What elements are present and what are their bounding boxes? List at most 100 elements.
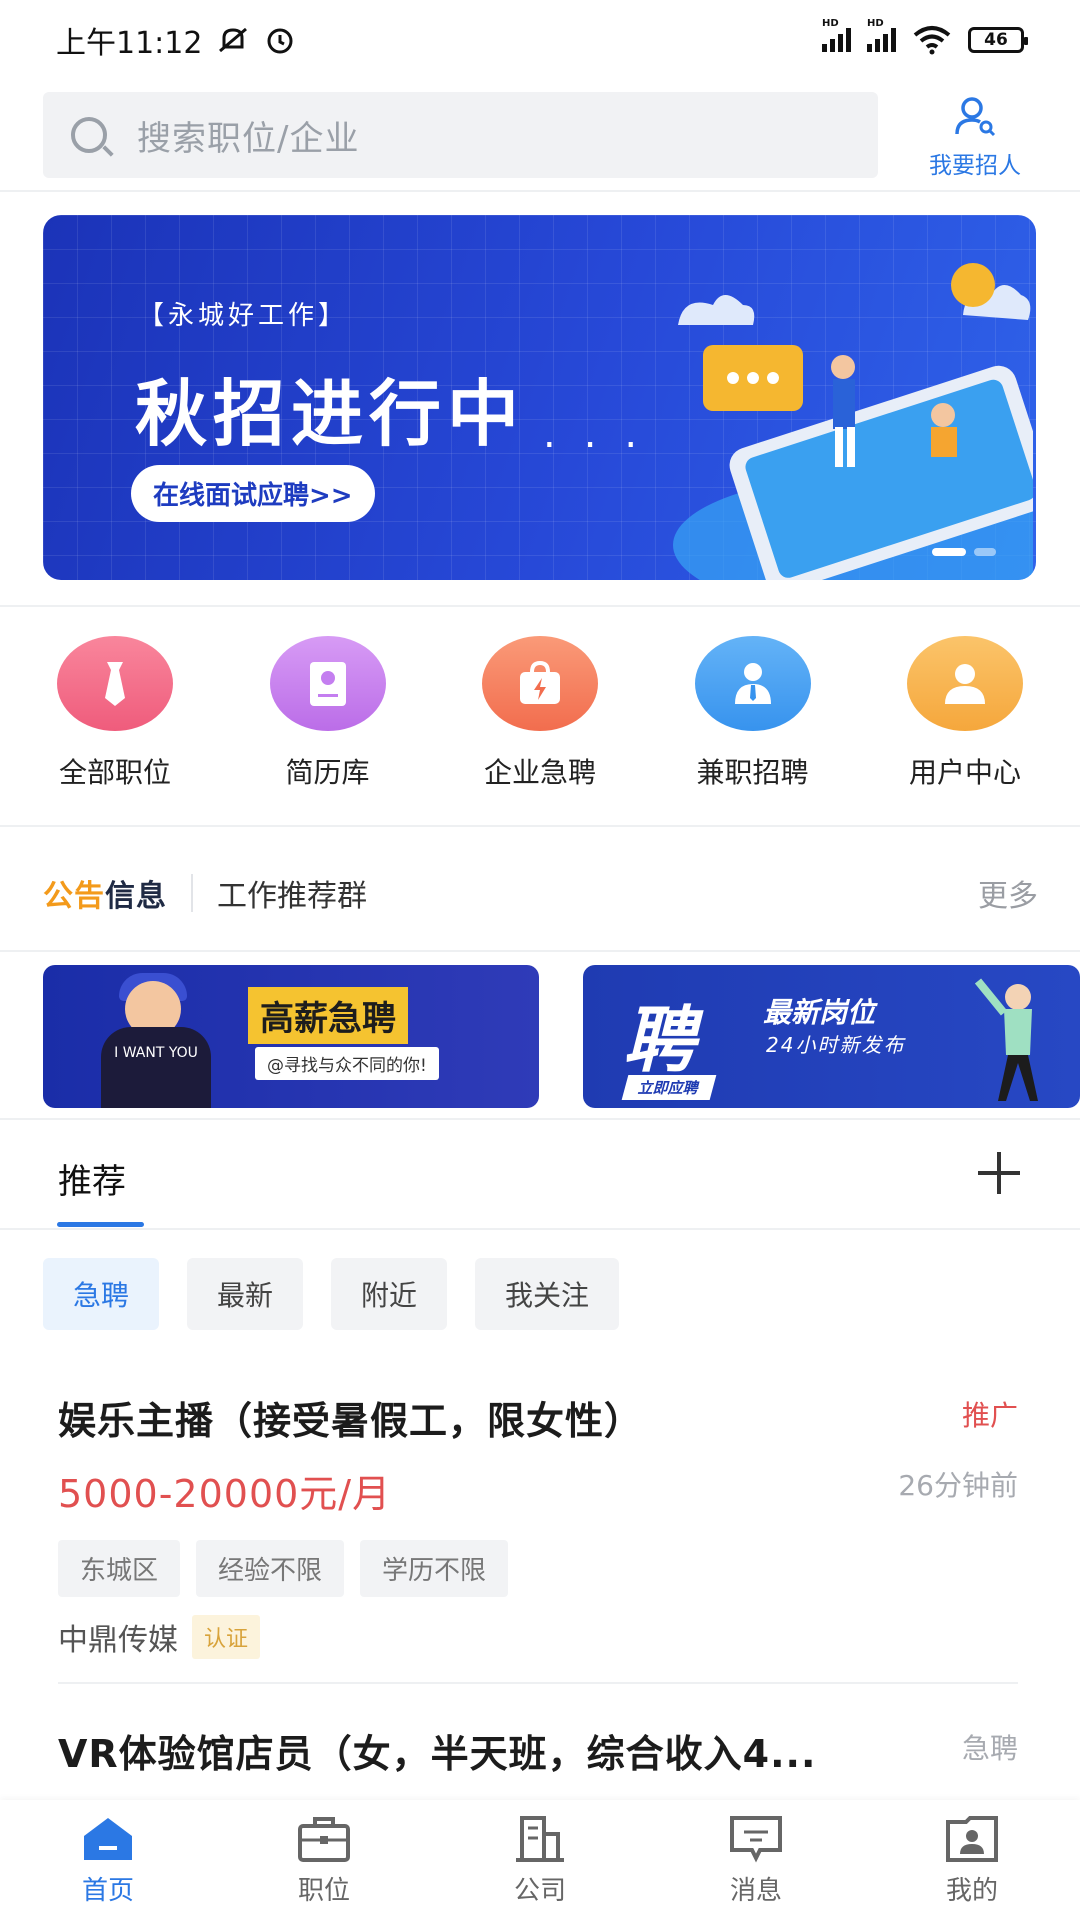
tab-bar: 推荐 <box>0 1122 1080 1232</box>
divider <box>0 1228 1080 1230</box>
quick-label: 企业急聘 <box>483 756 596 789</box>
notice-logo: 公告信息 <box>43 871 167 915</box>
job-company: 中鼎传媒 认证 <box>58 1615 1018 1659</box>
job-time: 26分钟前 <box>898 1469 1018 1502</box>
wifi-icon <box>913 26 951 55</box>
clock-text: 上午11:12 <box>56 26 203 61</box>
recruit-button[interactable]: 我要招人 <box>916 94 1034 180</box>
filter-nearby[interactable]: 附近 <box>331 1258 448 1330</box>
promo1-tag: 高薪急聘 <box>248 987 408 1044</box>
promo2-button: 立即应聘 <box>621 1075 717 1100</box>
banner-cta[interactable]: 在线面试应聘>> <box>131 465 375 522</box>
banner-indicator <box>932 548 996 556</box>
filter-urgent[interactable]: 急聘 <box>43 1258 160 1330</box>
promo-banner[interactable]: 【永城好工作】 秋招进行中 ... 在线面试应聘>> <box>43 215 1036 580</box>
quick-label: 简历库 <box>285 756 370 789</box>
notice-text[interactable]: 工作推荐群 <box>217 871 978 915</box>
profile-icon <box>946 1816 998 1862</box>
cert-badge: 认证 <box>192 1615 261 1659</box>
job-badge: 急聘 <box>961 1732 1018 1765</box>
search-bar[interactable]: 搜索职位/企业 <box>43 92 878 178</box>
divider <box>58 1682 1018 1684</box>
battery-icon: 46 <box>968 27 1028 53</box>
job-card[interactable]: VR体验馆店员（女，半天班，综合收入4... 急聘 <box>58 1723 1018 1778</box>
user-icon <box>907 636 1023 731</box>
mute-bell-icon <box>219 27 248 53</box>
filter-following[interactable]: 我关注 <box>475 1258 620 1330</box>
promo1-sub: @寻找与众不同的你! <box>255 1047 439 1080</box>
tab-underline <box>57 1222 144 1227</box>
quick-resume-library[interactable]: 简历库 <box>253 636 403 791</box>
job-tag: 学历不限 <box>360 1540 509 1597</box>
nav-label: 首页 <box>81 1876 134 1906</box>
divider <box>0 1118 1080 1120</box>
search-icon <box>71 117 107 153</box>
company-name: 中鼎传媒 <box>58 1623 178 1658</box>
notice-more-link[interactable]: 更多 <box>978 871 1038 915</box>
job-title: VR体验馆店员（女，半天班，综合收入4... <box>58 1732 817 1776</box>
notice-logo-a: 公告 <box>43 879 105 914</box>
battery-level: 46 <box>984 30 1008 50</box>
nav-label: 公司 <box>513 1876 566 1906</box>
nav-mine[interactable]: 我的 <box>902 1800 1042 1920</box>
nav-home[interactable]: 首页 <box>38 1800 178 1920</box>
status-time: 上午11:12 <box>56 18 296 62</box>
recruiter-icon <box>955 97 996 137</box>
promo2-line2: 24小时新发布 <box>766 1033 906 1057</box>
promo-card-high-salary[interactable]: I WANT YOU 高薪急聘 @寻找与众不同的你! <box>43 965 539 1108</box>
banner-title: 秋招进行中 <box>135 372 526 456</box>
job-tag: 东城区 <box>58 1540 181 1597</box>
nav-label: 我的 <box>945 1876 998 1906</box>
plus-icon[interactable] <box>978 1152 1020 1194</box>
quick-urgent-hiring[interactable]: 企业急聘 <box>465 636 615 791</box>
job-salary: 5000-20000元/月 <box>58 1472 392 1516</box>
nav-messages[interactable]: 消息 <box>686 1800 826 1920</box>
quick-label: 全部职位 <box>58 756 171 789</box>
filter-latest[interactable]: 最新 <box>187 1258 304 1330</box>
nav-jobs[interactable]: 职位 <box>254 1800 394 1920</box>
briefcase-icon <box>298 1817 350 1862</box>
status-right: HD HD 46 <box>822 18 1028 55</box>
nav-company[interactable]: 公司 <box>470 1800 610 1920</box>
message-icon <box>730 1816 782 1863</box>
promo2-big: 聘 <box>623 998 696 1082</box>
quick-label: 用户中心 <box>908 756 1021 789</box>
quick-label: 兼职招聘 <box>696 756 809 789</box>
status-bar: 上午11:12 HD HD 46 <box>0 0 1080 80</box>
quick-nav: 全部职位 简历库 企业急聘 兼职招聘 用户中心 <box>0 636 1080 791</box>
notice-separator <box>191 874 193 912</box>
quick-all-jobs[interactable]: 全部职位 <box>40 636 190 791</box>
job-title: 娱乐主播（接受暑假工，限女性） <box>58 1399 644 1443</box>
promo2-line1: 最新岗位 <box>763 996 876 1029</box>
search-placeholder: 搜索职位/企业 <box>137 118 360 159</box>
divider <box>0 825 1080 827</box>
bag-icon <box>482 636 598 731</box>
tie-icon <box>57 636 173 731</box>
building-icon <box>516 1816 564 1862</box>
notice-bar[interactable]: 公告信息 工作推荐群 更多 <box>43 858 1038 928</box>
job-badge: 推广 <box>961 1399 1018 1432</box>
person-icon <box>694 636 811 731</box>
nav-label: 消息 <box>729 1876 782 1906</box>
tab-recommend[interactable]: 推荐 <box>58 1154 126 1203</box>
job-card[interactable]: 娱乐主播（接受暑假工，限女性） 推广 5000-20000元/月 26分钟前 东… <box>58 1390 1018 1659</box>
banner-subtitle: 【永城好工作】 <box>138 301 349 331</box>
nav-label: 职位 <box>297 1876 350 1906</box>
divider <box>0 190 1080 192</box>
promo2-figure <box>974 978 1038 1101</box>
bottom-nav: 首页 职位 公司 消息 我的 <box>0 1800 1080 1920</box>
banner-illustration <box>673 263 1033 580</box>
filter-chips: 急聘 最新 附近 我关注 <box>43 1258 620 1330</box>
home-icon <box>84 1818 132 1860</box>
job-tag: 经验不限 <box>196 1540 345 1597</box>
promo-card-latest-jobs[interactable]: 聘 最新岗位 24小时新发布 立即应聘 <box>583 965 1080 1108</box>
notice-logo-b: 信息 <box>105 879 167 914</box>
divider <box>0 950 1080 952</box>
divider <box>0 605 1080 607</box>
alarm-icon <box>267 28 293 54</box>
signal-2-icon: HD <box>867 18 896 52</box>
quick-part-time[interactable]: 兼职招聘 <box>678 636 828 791</box>
quick-user-center[interactable]: 用户中心 <box>890 636 1040 791</box>
signal-1-icon: HD <box>822 18 851 52</box>
recruit-label: 我要招人 <box>929 153 1021 179</box>
